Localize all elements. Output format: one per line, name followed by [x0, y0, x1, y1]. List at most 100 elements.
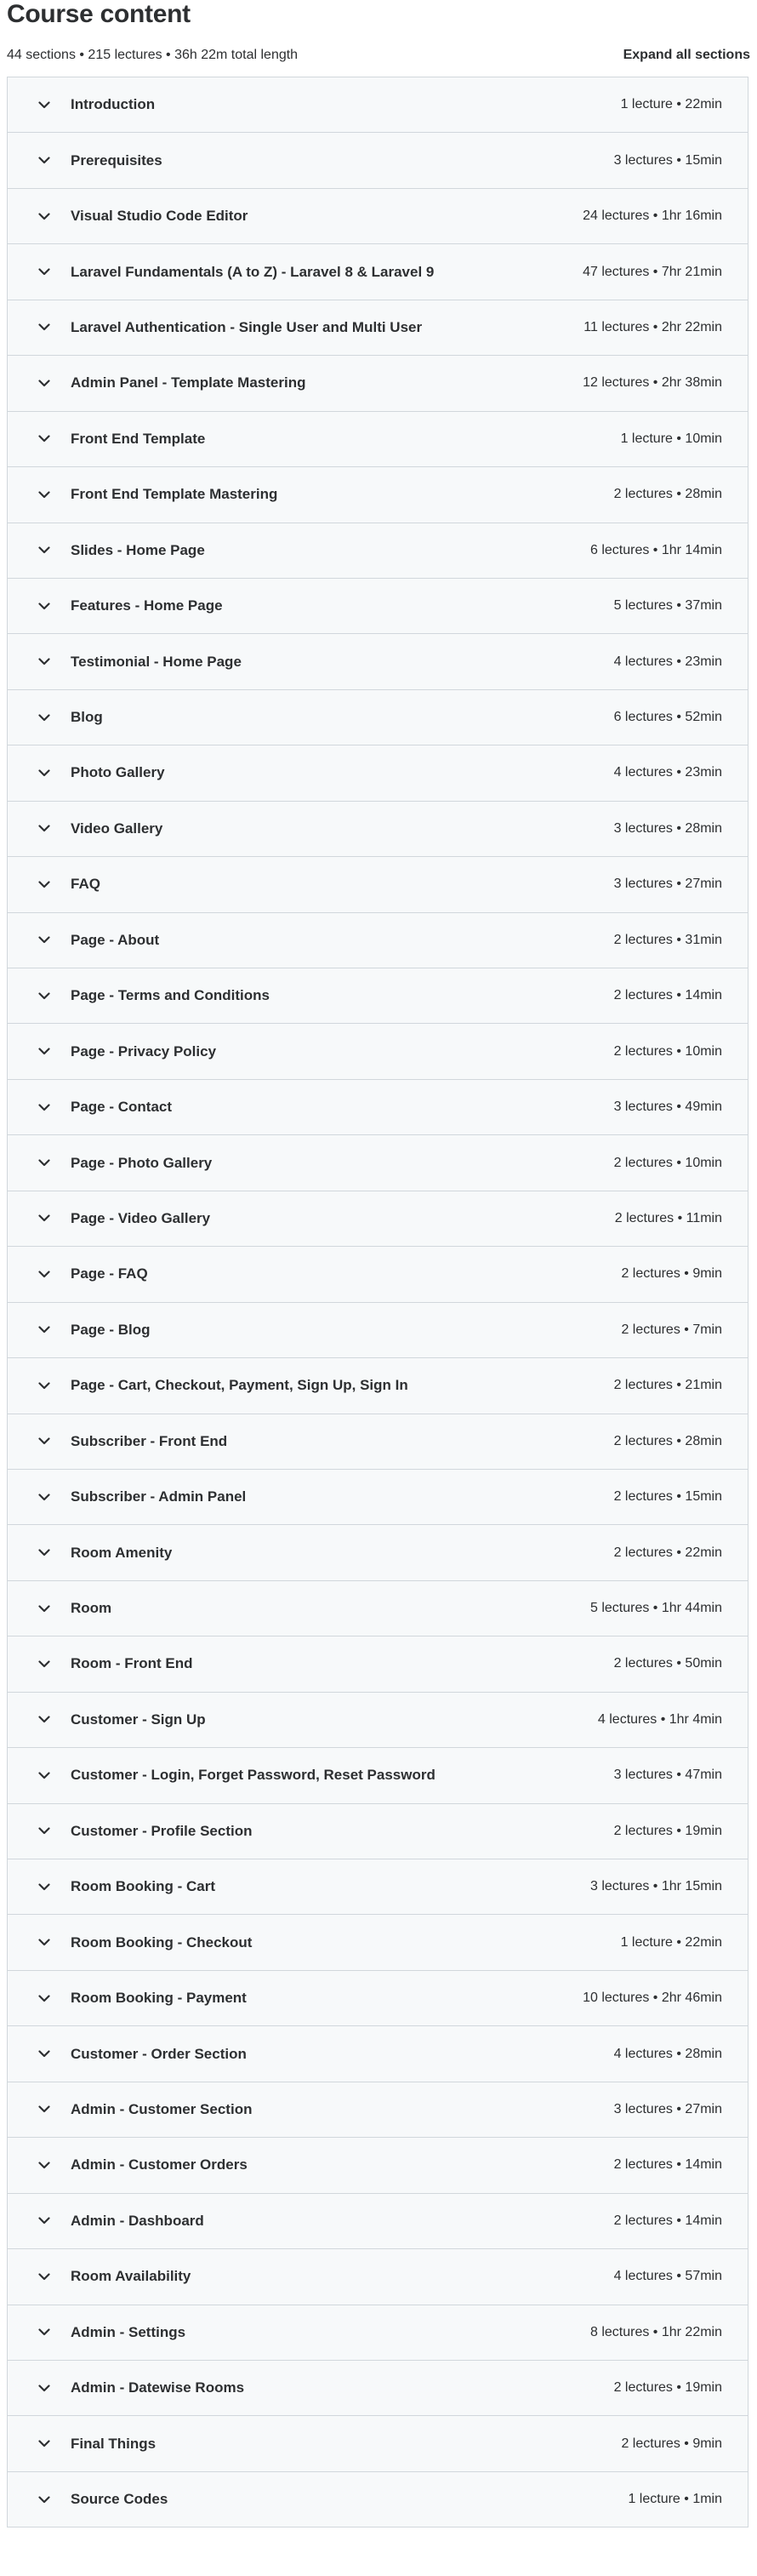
section-header[interactable]: Features - Home Page 5 lectures • 37min	[8, 578, 748, 635]
section-meta: 2 lectures • 15min	[613, 1489, 722, 1505]
chevron-down-icon	[37, 1545, 52, 1561]
chevron-down-icon	[37, 1768, 52, 1783]
chevron-down-icon	[37, 2102, 52, 2117]
section-header[interactable]: Subscriber - Front End 2 lectures • 28min	[8, 1414, 748, 1470]
section-header[interactable]: Admin - Datewise Rooms 2 lectures • 19min	[8, 2360, 748, 2417]
section-title: Testimonial - Home Page	[71, 653, 242, 670]
section-meta: 5 lectures • 1hr 44min	[589, 1601, 722, 1616]
expand-all-sections-button[interactable]: Expand all sections	[623, 48, 750, 63]
section-meta: 10 lectures • 2hr 46min	[583, 1991, 722, 2006]
chevron-down-icon	[37, 710, 52, 725]
section-header[interactable]: Page - Contact 3 lectures • 49min	[8, 1079, 748, 1136]
section-meta: 12 lectures • 2hr 38min	[583, 375, 722, 391]
section-header[interactable]: Subscriber - Admin Panel 2 lectures • 15m…	[8, 1469, 748, 1526]
section-meta: 2 lectures • 9min	[621, 1266, 722, 1282]
section-title: Page - Photo Gallery	[71, 1154, 213, 1171]
course-summary: 44 sections • 215 lectures • 36h 22m tot…	[7, 48, 299, 62]
section-title: Admin - Datewise Rooms	[71, 2379, 245, 2396]
chevron-down-icon	[37, 431, 52, 447]
section-header[interactable]: Source Codes 1 lecture • 1min	[8, 2471, 748, 2528]
section-header[interactable]: Room Booking - Cart 3 lectures • 1hr 15mi…	[8, 1859, 748, 1916]
page-title: Course content	[7, 0, 191, 28]
section-header[interactable]: Admin - Dashboard 2 lectures • 14min	[8, 2193, 748, 2250]
section-title: Page - Privacy Policy	[71, 1042, 217, 1060]
sections-accordion: Introduction 1 lecture • 22min Prerequisit…	[7, 77, 748, 2528]
chevron-down-icon	[37, 97, 52, 112]
section-meta: 4 lectures • 1hr 4min	[597, 1711, 722, 1727]
chevron-down-icon	[37, 1211, 52, 1226]
section-header[interactable]: Page - Terms and Conditions 2 lectures • …	[8, 968, 748, 1025]
section-header[interactable]: Prerequisites 3 lectures • 15min	[8, 133, 748, 189]
section-title: Room Availability	[71, 2268, 191, 2285]
section-header[interactable]: Page - Video Gallery 2 lectures • 11min	[8, 1191, 748, 1248]
section-header[interactable]: Visual Studio Code Editor 24 lectures • 1…	[8, 188, 748, 245]
section-header[interactable]: Room 5 lectures • 1hr 44min	[8, 1580, 748, 1637]
section-title: Page - About	[71, 931, 160, 948]
chevron-down-icon	[37, 933, 52, 948]
section-header[interactable]: Front End Template Mastering 2 lectures •…	[8, 467, 748, 523]
section-header[interactable]: Room Amenity 2 lectures • 22min	[8, 1525, 748, 1581]
section-title: Customer - Order Section	[71, 2045, 247, 2062]
section-header[interactable]: Page - Photo Gallery 2 lectures • 10min	[8, 1135, 748, 1191]
section-meta: 4 lectures • 23min	[613, 765, 722, 780]
section-header[interactable]: Admin - Customer Section 3 lectures • 27m…	[8, 2082, 748, 2139]
section-header[interactable]: Final Things 2 lectures • 9min	[8, 2416, 748, 2472]
section-header[interactable]: Page - Privacy Policy 2 lectures • 10min	[8, 1024, 748, 1080]
section-header[interactable]: Room Booking - Payment 10 lectures • 2hr …	[8, 1970, 748, 2027]
section-header[interactable]: Slides - Home Page 6 lectures • 1hr 14min	[8, 523, 748, 579]
section-header[interactable]: Room - Front End 2 lectures • 50min	[8, 1636, 748, 1693]
section-header[interactable]: Laravel Fundamentals (A to Z) - Laravel …	[8, 244, 748, 300]
section-title: Final Things	[71, 2435, 157, 2452]
section-meta: 2 lectures • 11min	[614, 1210, 722, 1225]
chevron-down-icon	[37, 2269, 52, 2284]
section-title: FAQ	[71, 876, 100, 893]
chevron-down-icon	[37, 654, 52, 670]
section-meta: 3 lectures • 47min	[613, 1768, 722, 1783]
section-header[interactable]: Page - Cart, Checkout, Payment, Sign Up,…	[8, 1358, 748, 1414]
chevron-down-icon	[37, 2436, 52, 2452]
section-header[interactable]: Video Gallery 3 lectures • 28min	[8, 801, 748, 858]
section-header[interactable]: Page - FAQ 2 lectures • 9min	[8, 1247, 748, 1303]
section-title: Admin - Customer Orders	[71, 2156, 248, 2173]
section-title: Customer - Login, Forget Password, Reset…	[71, 1767, 435, 1784]
chevron-down-icon	[37, 821, 52, 837]
section-header[interactable]: Room Booking - Checkout 1 lecture • 22min	[8, 1915, 748, 1971]
section-header[interactable]: Customer - Order Section 4 lectures • 28m…	[8, 2026, 748, 2082]
section-header[interactable]: Customer - Profile Section 2 lectures • 1…	[8, 1803, 748, 1859]
section-meta: 3 lectures • 1hr 15min	[589, 1879, 722, 1894]
section-header[interactable]: Admin - Settings 8 lectures • 1hr 22min	[8, 2305, 748, 2361]
section-meta: 3 lectures • 49min	[613, 1100, 722, 1115]
section-header[interactable]: Admin - Customer Orders 2 lectures • 14mi…	[8, 2138, 748, 2194]
section-title: Features - Home Page	[71, 597, 223, 614]
section-title: Subscriber - Front End	[71, 1432, 228, 1449]
section-header[interactable]: Blog 6 lectures • 52min	[8, 689, 748, 746]
section-header[interactable]: Admin Panel - Template Mastering 12 lectu…	[8, 356, 748, 412]
section-title: Room - Front End	[71, 1655, 193, 1672]
chevron-down-icon	[37, 598, 52, 614]
chevron-down-icon	[37, 877, 52, 892]
section-title: Visual Studio Code Editor	[71, 208, 248, 225]
section-title: Admin - Settings	[71, 2323, 186, 2340]
section-header[interactable]: Photo Gallery 4 lectures • 23min	[8, 745, 748, 802]
section-header[interactable]: Customer - Sign Up 4 lectures • 1hr 4min	[8, 1692, 748, 1749]
section-header[interactable]: Laravel Authentication - Single User and…	[8, 300, 748, 357]
section-title: Front End Template Mastering	[71, 486, 278, 503]
section-header[interactable]: Testimonial - Home Page 4 lectures • 23mi…	[8, 634, 748, 690]
section-meta: 2 lectures • 22min	[613, 1545, 722, 1560]
chevron-down-icon	[37, 765, 52, 780]
section-header[interactable]: Page - About 2 lectures • 31min	[8, 912, 748, 968]
chevron-down-icon	[37, 988, 52, 1003]
section-header[interactable]: Customer - Login, Forget Password, Reset…	[8, 1748, 748, 1804]
section-title: Admin Panel - Template Mastering	[71, 374, 306, 391]
section-title: Customer - Profile Section	[71, 1822, 253, 1839]
chevron-down-icon	[37, 153, 52, 168]
chevron-down-icon	[37, 2380, 52, 2396]
section-header[interactable]: Room Availability 4 lectures • 57min	[8, 2249, 748, 2305]
section-title: Customer - Sign Up	[71, 1711, 206, 1728]
section-header[interactable]: FAQ 3 lectures • 27min	[8, 857, 748, 913]
chevron-down-icon	[37, 2492, 52, 2507]
section-header[interactable]: Introduction 1 lecture • 22min	[8, 77, 748, 134]
section-header[interactable]: Page - Blog 2 lectures • 7min	[8, 1302, 748, 1359]
section-title: Room Booking - Checkout	[71, 1933, 253, 1951]
section-header[interactable]: Front End Template 1 lecture • 10min	[8, 411, 748, 468]
